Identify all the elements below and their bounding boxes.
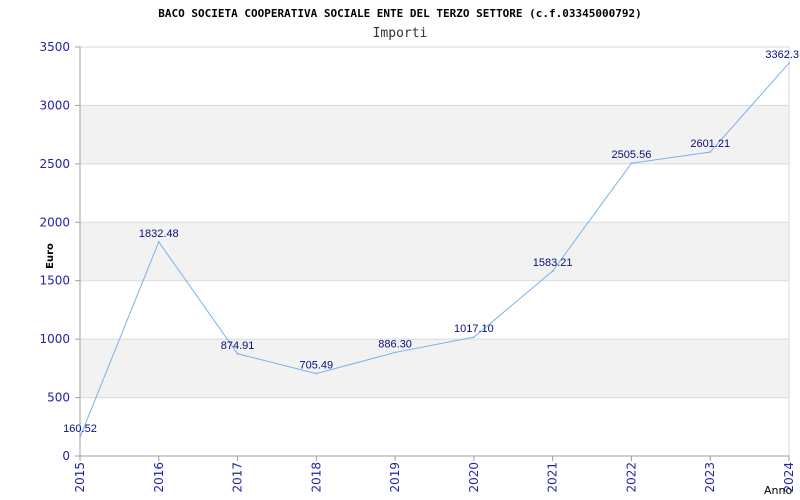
data-label: 3362.3 bbox=[765, 49, 799, 61]
data-label: 1583.21 bbox=[533, 257, 573, 269]
data-label: 160.52 bbox=[63, 423, 97, 435]
data-label: 1832.48 bbox=[139, 228, 179, 240]
x-tick-label: 2016 bbox=[152, 462, 166, 493]
grid-band bbox=[80, 339, 789, 398]
data-label: 2601.21 bbox=[690, 138, 730, 150]
data-label: 1017.10 bbox=[454, 323, 494, 335]
x-tick-label: 2020 bbox=[467, 462, 481, 493]
chart-subtitle: Importi bbox=[373, 26, 428, 41]
data-point bbox=[709, 151, 712, 153]
x-tick-label: 2021 bbox=[546, 462, 560, 493]
data-point bbox=[394, 351, 397, 354]
y-tick-label: 2500 bbox=[39, 157, 70, 171]
x-tick-label: 2022 bbox=[624, 462, 638, 493]
y-tick-label: 500 bbox=[47, 391, 70, 405]
x-tick-label: 2018 bbox=[309, 462, 323, 493]
grid-bands bbox=[80, 105, 789, 398]
data-point bbox=[236, 352, 239, 355]
y-tick-label: 3500 bbox=[39, 40, 70, 54]
data-point bbox=[788, 62, 790, 64]
y-tick-label: 2000 bbox=[39, 215, 70, 229]
x-axis-label: Anno bbox=[764, 484, 792, 497]
data-label: 705.49 bbox=[300, 360, 334, 372]
data-point bbox=[551, 270, 554, 272]
y-tick-label: 1000 bbox=[39, 332, 70, 346]
x-tick-label: 2015 bbox=[73, 462, 87, 493]
y-tick-label: 0 bbox=[62, 449, 70, 463]
data-label: 886.30 bbox=[378, 338, 412, 350]
grid-band bbox=[80, 105, 789, 164]
data-point bbox=[472, 336, 475, 339]
line-chart: BACO SOCIETA COOPERATIVA SOCIALE ENTE DE… bbox=[39, 7, 799, 497]
grid-band bbox=[80, 222, 789, 281]
chart-title: BACO SOCIETA COOPERATIVA SOCIALE ENTE DE… bbox=[158, 7, 641, 20]
x-tick-label: 2017 bbox=[231, 462, 245, 493]
data-label: 2505.56 bbox=[612, 149, 652, 161]
y-tick-label: 3000 bbox=[39, 98, 70, 112]
x-tick-label: 2023 bbox=[703, 462, 717, 493]
data-point bbox=[315, 372, 318, 375]
y-tick-label: 1500 bbox=[39, 274, 70, 288]
data-point bbox=[79, 436, 81, 439]
data-point bbox=[630, 162, 633, 165]
data-label: 874.91 bbox=[221, 340, 255, 352]
x-tick-label: 2019 bbox=[388, 462, 402, 493]
y-axis-label: Euro bbox=[45, 243, 56, 269]
data-point bbox=[157, 240, 160, 243]
x-axis-ticks: 2015 2016 2017 2018 2019 2020 2021 2022 2023 2024 bbox=[73, 456, 796, 493]
